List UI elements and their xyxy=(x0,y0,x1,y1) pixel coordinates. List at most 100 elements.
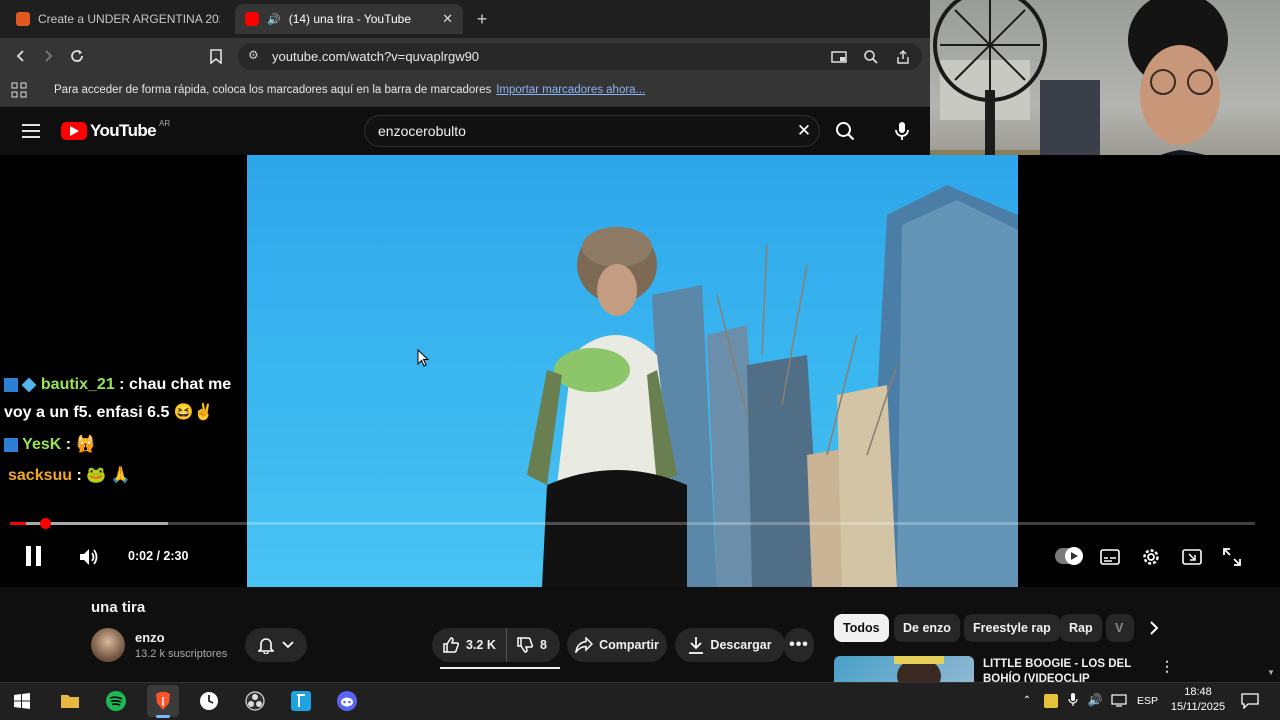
chat-text: : chau chat me xyxy=(119,376,232,393)
close-tab-icon[interactable]: ✕ xyxy=(442,11,453,27)
chat-message: sacksuu : 🐸 🙏 xyxy=(8,465,131,485)
brave-browser-icon[interactable] xyxy=(147,685,179,717)
obs-icon[interactable] xyxy=(239,685,271,717)
bell-icon xyxy=(258,638,274,654)
chip-partial[interactable]: V xyxy=(1106,614,1134,642)
chat-badge-icon xyxy=(22,377,37,393)
tray-mic-icon[interactable] xyxy=(1066,692,1080,708)
autoplay-toggle[interactable] xyxy=(1055,547,1083,565)
more-horizontal-icon: ••• xyxy=(789,636,809,653)
bookmarks-message: Para acceder de forma rápida, coloca los… xyxy=(54,84,492,96)
search-button[interactable] xyxy=(822,115,868,147)
share-icon xyxy=(575,637,594,653)
search-query: enzocerobulto xyxy=(378,123,466,139)
windows-start-icon[interactable] xyxy=(6,685,38,717)
download-button[interactable]: Descargar xyxy=(675,628,785,662)
pause-button[interactable] xyxy=(20,542,48,570)
new-tab-button[interactable]: + xyxy=(472,9,492,29)
system-clock[interactable]: 18:48 15/11/2025 xyxy=(1168,685,1228,715)
share-page-icon[interactable] xyxy=(893,47,913,67)
mouse-cursor-icon xyxy=(417,349,429,367)
import-bookmarks-link[interactable]: Importar marcadores ahora... xyxy=(496,84,645,96)
tray-network-icon[interactable] xyxy=(1111,692,1127,708)
dislike-button[interactable]: 8 xyxy=(507,628,547,662)
back-arrow-icon[interactable] xyxy=(10,45,32,67)
site-info-icon[interactable]: ⚙ xyxy=(248,48,259,62)
chat-badge-icon xyxy=(4,437,18,452)
paint-app-icon[interactable] xyxy=(285,685,317,717)
discord-icon[interactable] xyxy=(331,685,363,717)
chip-de-enzo[interactable]: De enzo xyxy=(894,614,960,642)
voice-search-button[interactable] xyxy=(884,115,920,147)
notifications-icon[interactable] xyxy=(1240,692,1260,710)
chip-rap[interactable]: Rap xyxy=(1060,614,1102,642)
like-count: 3.2 K xyxy=(466,638,496,652)
youtube-logo[interactable]: YouTube AR xyxy=(61,119,170,141)
chat-text: : 🙀 xyxy=(65,436,96,453)
share-button[interactable]: Compartir xyxy=(567,628,667,662)
thumbs-down-icon xyxy=(517,637,534,653)
subscribe-notifications-button[interactable] xyxy=(245,628,307,662)
scroll-down-arrow-icon[interactable]: ▼ xyxy=(1267,668,1275,677)
chevron-right-icon[interactable] xyxy=(1143,617,1165,639)
tray-app-icon[interactable] xyxy=(1044,694,1058,708)
chat-username: YesK xyxy=(22,436,62,453)
reload-icon[interactable] xyxy=(66,45,88,67)
language-indicator[interactable]: ESP xyxy=(1137,695,1158,707)
chat-message: bautix_21 : chau chat me xyxy=(4,376,231,394)
avatar[interactable] xyxy=(91,628,125,662)
forward-arrow-icon[interactable] xyxy=(37,45,59,67)
progress-bar[interactable] xyxy=(10,522,1255,525)
progress-played xyxy=(10,522,27,525)
like-dislike-group: 3.2 K 8 xyxy=(432,628,560,662)
tray-volume-icon[interactable]: 🔊 xyxy=(1087,692,1103,708)
hamburger-menu-icon[interactable] xyxy=(20,120,42,142)
speaker-icon: 🔊 xyxy=(267,13,281,26)
fullscreen-button[interactable] xyxy=(1220,545,1244,569)
volume-button[interactable] xyxy=(76,544,102,570)
file-explorer-icon[interactable] xyxy=(54,685,86,717)
youtube-play-icon xyxy=(61,122,87,140)
recommended-thumbnail[interactable] xyxy=(834,656,974,682)
close-icon[interactable]: ✕ xyxy=(795,121,813,140)
settings-button[interactable] xyxy=(1139,545,1163,569)
mic-icon xyxy=(895,122,909,140)
time-display: 0:02 / 2:30 xyxy=(128,549,189,563)
bookmarks-bar: Para acceder de forma rápida, coloca los… xyxy=(0,74,930,107)
spotify-icon[interactable] xyxy=(100,685,132,717)
more-vertical-icon[interactable]: ⋮ xyxy=(1158,657,1176,675)
cast-icon[interactable] xyxy=(829,47,849,67)
search-input[interactable]: enzocerobulto ✕ xyxy=(364,115,820,147)
chip-all[interactable]: Todos xyxy=(834,614,889,642)
tray-overflow-icon[interactable]: ⌃ xyxy=(1020,692,1034,708)
tab-title: Create a UNDER ARGENTINA 2025 Ti xyxy=(38,12,220,26)
active-app-indicator xyxy=(156,715,170,718)
like-button[interactable]: 3.2 K xyxy=(432,628,507,662)
volume-icon xyxy=(80,549,98,565)
tab-youtube[interactable]: 🔊 (14) una tira - YouTube ✕ xyxy=(235,4,463,34)
chip-freestyle-rap[interactable]: Freestyle rap xyxy=(964,614,1060,642)
tab-create-under-argentina[interactable]: Create a UNDER ARGENTINA 2025 Ti xyxy=(6,4,230,34)
download-icon xyxy=(689,637,704,654)
chevron-down-icon xyxy=(282,641,294,649)
clock-date: 15/11/2025 xyxy=(1170,701,1226,713)
channel-name[interactable]: enzo xyxy=(135,630,165,645)
apps-grid-icon[interactable] xyxy=(10,81,28,99)
thumbs-up-icon xyxy=(443,637,460,653)
download-label: Descargar xyxy=(710,638,772,652)
bookmark-icon[interactable] xyxy=(205,45,227,67)
clock-app-icon[interactable] xyxy=(193,685,225,717)
tab-title: (14) una tira - YouTube xyxy=(288,12,412,26)
video-title: una tira xyxy=(91,599,146,616)
more-actions-button[interactable]: ••• xyxy=(784,628,814,662)
share-label: Compartir xyxy=(599,638,659,652)
chat-badge-icon xyxy=(4,377,18,392)
subtitles-icon xyxy=(1100,549,1120,565)
subtitles-button[interactable] xyxy=(1098,545,1122,569)
address-bar[interactable]: ⚙ youtube.com/watch?v=quvaplrgw90 xyxy=(238,43,922,70)
clock-time: 18:48 xyxy=(1184,686,1212,698)
zoom-icon[interactable] xyxy=(861,47,881,67)
search-icon xyxy=(836,122,855,141)
miniplayer-button[interactable] xyxy=(1180,545,1204,569)
subscriber-count: 13.2 k suscriptores xyxy=(135,648,228,660)
